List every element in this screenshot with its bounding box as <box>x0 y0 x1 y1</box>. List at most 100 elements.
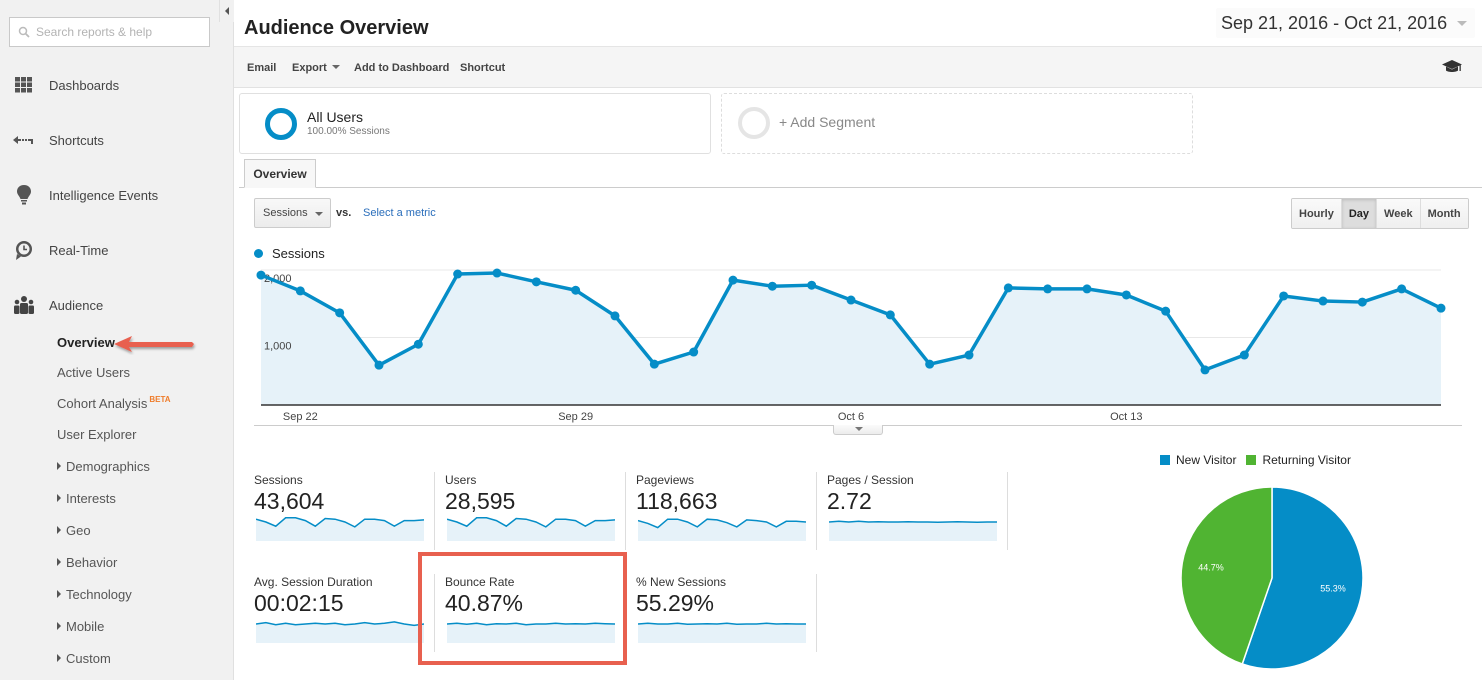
data-point[interactable] <box>1239 350 1249 360</box>
expand-triangle-icon <box>57 494 61 502</box>
sidebar-subitem-custom[interactable]: Custom <box>57 651 111 666</box>
data-point[interactable] <box>1436 303 1446 313</box>
x-tick-label: Oct 13 <box>1110 411 1142 423</box>
card-divider <box>1007 472 1008 550</box>
legend-new-visitor: New Visitor <box>1160 453 1236 467</box>
card-divider <box>625 472 626 550</box>
legend-label: New Visitor <box>1176 453 1237 467</box>
data-point[interactable] <box>1043 284 1053 294</box>
sparkline <box>256 517 424 541</box>
data-point[interactable] <box>1397 284 1407 294</box>
subitem-label: Demographics <box>66 459 150 474</box>
data-point[interactable] <box>531 277 541 287</box>
expand-triangle-icon <box>57 526 61 534</box>
data-point[interactable] <box>767 281 777 291</box>
subitem-label: Interests <box>66 491 116 506</box>
data-point[interactable] <box>728 275 738 285</box>
visitor-pie-chart: 55.3% 44.7% <box>1180 486 1364 670</box>
data-point[interactable] <box>492 268 502 278</box>
data-point[interactable] <box>1200 365 1210 375</box>
data-point[interactable] <box>649 359 659 369</box>
data-point[interactable] <box>335 308 345 318</box>
sparkline-area <box>638 623 806 643</box>
legend-returning-visitor: Returning Visitor <box>1246 453 1351 467</box>
sidebar-subitem-technology[interactable]: Technology <box>57 587 132 602</box>
expand-triangle-icon <box>57 462 61 470</box>
scorecard-label: Users <box>445 473 477 487</box>
sidebar-subitem-geo[interactable]: Geo <box>57 523 91 538</box>
data-point[interactable] <box>925 359 935 369</box>
x-tick-label: Sep 29 <box>558 411 593 423</box>
sparkline-area <box>829 521 997 541</box>
subitem-label: Geo <box>66 523 91 538</box>
legend-swatch <box>1246 455 1257 465</box>
scorecard-new-sessions[interactable]: % New Sessions 55.29% <box>636 575 816 655</box>
card-divider <box>816 472 817 550</box>
scorecard-bounce-rate[interactable]: Bounce Rate 40.87% <box>445 575 625 655</box>
expand-triangle-icon <box>57 590 61 598</box>
sparkline <box>447 622 615 643</box>
scorecard-label: Pages / Session <box>827 473 914 487</box>
subitem-label: Technology <box>66 587 132 602</box>
data-point[interactable] <box>1318 296 1328 306</box>
subitem-label: Custom <box>66 651 111 666</box>
expand-triangle-icon <box>57 558 61 566</box>
sessions-area <box>261 273 1441 405</box>
pie-slice-label: 44.7% <box>1198 563 1224 573</box>
sidebar-subitem-interests[interactable]: Interests <box>57 491 116 506</box>
scorecard-value: 40.87% <box>445 590 524 616</box>
sparkline-area <box>447 623 615 643</box>
pie-legend: New Visitor Returning Visitor <box>1160 453 1361 467</box>
scorecard-label: Sessions <box>254 473 303 487</box>
scorecard-users[interactable]: Users 28,595 <box>445 473 625 553</box>
data-point[interactable] <box>256 270 266 280</box>
x-tick-label: Sep 22 <box>283 411 318 423</box>
chevron-down-icon <box>855 427 863 431</box>
data-point[interactable] <box>571 285 581 295</box>
sparkline <box>447 517 615 541</box>
card-divider <box>434 472 435 550</box>
data-point[interactable] <box>374 360 384 370</box>
sparkline-line <box>829 520 997 524</box>
scorecard-label: Bounce Rate <box>445 575 515 589</box>
scorecard-pages-session[interactable]: Pages / Session 2.72 <box>827 473 1007 553</box>
data-point[interactable] <box>453 269 463 279</box>
card-divider <box>434 574 435 652</box>
data-point[interactable] <box>413 339 423 349</box>
subitem-label: Mobile <box>66 619 105 634</box>
sidebar-subitem-demographics[interactable]: Demographics <box>57 459 150 474</box>
scorecard-pageviews[interactable]: Pageviews 118,663 <box>636 473 816 553</box>
scorecard-label: Avg. Session Duration <box>254 575 373 589</box>
legend-swatch <box>1160 455 1170 465</box>
expand-triangle-icon <box>57 654 61 662</box>
data-point[interactable] <box>610 311 620 321</box>
pie-slice-label: 55.3% <box>1320 583 1346 593</box>
scorecard-sessions[interactable]: Sessions 43,604 <box>254 473 434 553</box>
scorecard-label: Pageviews <box>636 473 695 487</box>
data-point[interactable] <box>807 280 817 290</box>
data-point[interactable] <box>885 310 895 320</box>
data-point[interactable] <box>1161 306 1171 316</box>
data-point[interactable] <box>1082 284 1092 294</box>
scorecard-value: 43,604 <box>254 488 325 514</box>
card-divider <box>816 574 817 652</box>
sparkline <box>829 520 997 541</box>
scorecard-avg-session-duration[interactable]: Avg. Session Duration 00:02:15 <box>254 575 434 655</box>
y-tick-label: 1,000 <box>264 341 292 353</box>
x-tick-label: Oct 6 <box>838 411 864 423</box>
data-point[interactable] <box>295 286 305 296</box>
data-point[interactable] <box>1279 291 1289 301</box>
chart-resize-handle[interactable] <box>833 425 883 435</box>
data-point[interactable] <box>1003 283 1013 293</box>
data-point[interactable] <box>964 350 974 360</box>
data-point[interactable] <box>1357 297 1367 307</box>
card-divider <box>625 574 626 652</box>
data-point[interactable] <box>846 295 856 305</box>
data-point[interactable] <box>1121 290 1131 300</box>
sparkline <box>638 518 806 541</box>
sparkline <box>256 621 424 643</box>
sidebar-subitem-behavior[interactable]: Behavior <box>57 555 117 570</box>
scorecard-value: 2.72 <box>827 488 872 514</box>
data-point[interactable] <box>689 347 699 357</box>
sidebar-subitem-mobile[interactable]: Mobile <box>57 619 104 634</box>
